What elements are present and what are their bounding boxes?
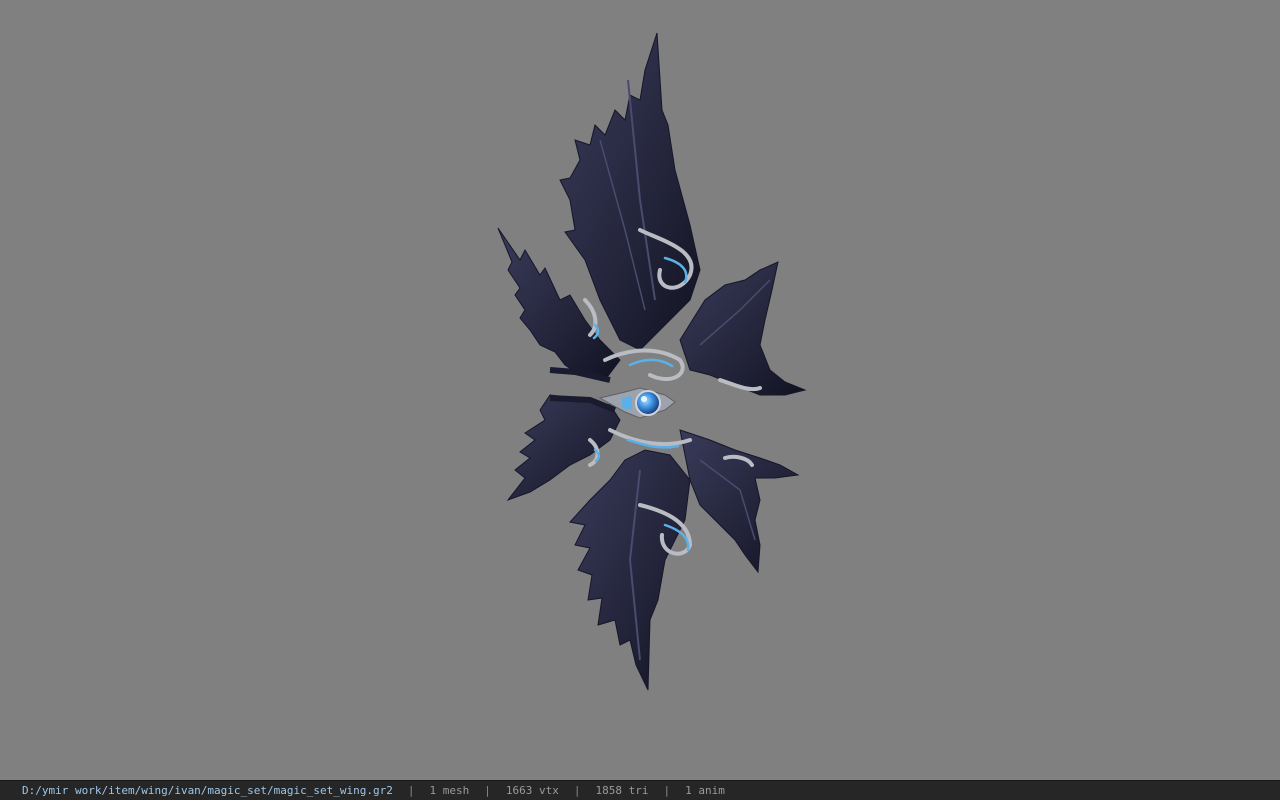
separator: | <box>573 784 581 797</box>
triangle-count: 1858 tri <box>595 784 649 797</box>
upper-wing-shape <box>559 32 701 351</box>
vertex-count: 1663 vtx <box>505 784 559 797</box>
separator: | <box>407 784 415 797</box>
lower-wing-shape <box>569 449 691 691</box>
file-path: D:/ymir work/item/wing/ivan/magic_set/ma… <box>22 784 393 797</box>
upper-right-wing-shape <box>679 261 807 396</box>
wing-model-icon[interactable] <box>0 0 1280 780</box>
lower-right-wing-shape <box>679 429 800 574</box>
status-bar: D:/ymir work/item/wing/ivan/magic_set/ma… <box>0 780 1280 800</box>
separator: | <box>663 784 671 797</box>
separator: | <box>484 784 491 797</box>
lower-left-wing-shape <box>506 394 621 502</box>
mesh-count: 1 mesh <box>429 784 470 797</box>
anim-count: 1 anim <box>685 784 725 797</box>
3d-viewport[interactable] <box>0 0 1280 780</box>
